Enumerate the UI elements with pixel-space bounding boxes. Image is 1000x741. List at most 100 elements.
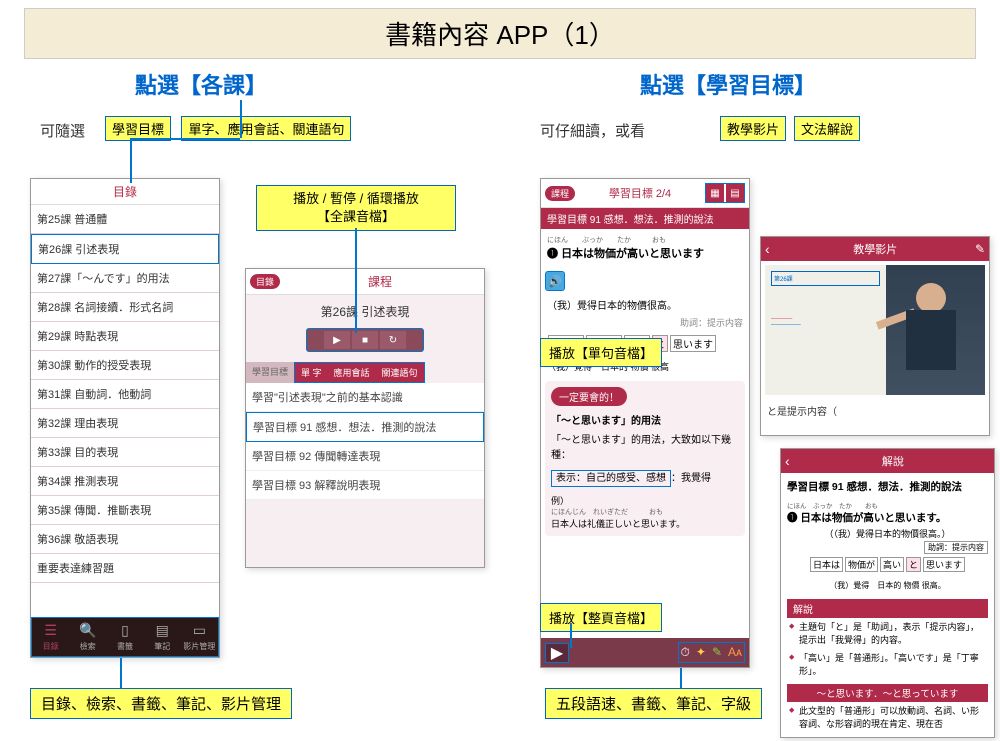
audio-controls: ▶ ■ ↻ (306, 328, 424, 352)
goal-title: 學習目標 2/4 (575, 185, 705, 201)
goal-row[interactable]: 學習目標 93 解釋說明表現 (246, 471, 484, 500)
bottom-tabbar: ☰目錄 🔍檢索 ▯書籤 ▤筆記 ▭影片管理 (31, 617, 219, 657)
book-icon: ▯ (106, 622, 143, 639)
toc-item[interactable]: 第35課 傳聞．推斷表現 (31, 496, 219, 525)
phone-goal: 課程 學習目標 2/4 ▦ ▤ 學習目標 91 感想．想法．推測的說法 にほん … (540, 178, 750, 668)
search-icon: 🔍 (69, 622, 106, 639)
video-caption: と是提示内容（ (761, 399, 989, 422)
toc-item[interactable]: 第32課 理由表現 (31, 409, 219, 438)
grammar-head: 「～と思います」的用法 (551, 412, 739, 427)
grammar-box: 一定要會的！ 「～と思います」的用法 「～と思います」的用法，大致如以下幾種： … (545, 381, 745, 536)
toc-item[interactable]: 重要表達練習題 (31, 554, 219, 583)
edit-icon[interactable]: ✎ (975, 242, 985, 256)
tag-sentence-audio: 播放【單句音檔】 (540, 338, 662, 367)
bullet-1: 主題句「と」是「助詞」，表示「提示内容」，提示出「我覺得」的内容。 (787, 618, 988, 649)
tab-toc[interactable]: ☰目錄 (32, 622, 69, 652)
play-button[interactable]: ▶ (324, 331, 350, 349)
right-note: 可仔細讀，或看 (540, 120, 645, 141)
explain-sentence: ❶ 日本は物価が高いと思います。 (787, 512, 946, 524)
left-note: 可隨選 (40, 120, 85, 141)
tab-notes[interactable]: ▤筆記 (144, 622, 181, 652)
bottom-label-right: 五段語速、書籤、筆記、字級 (545, 688, 762, 719)
must-know-pill: 一定要會的！ (551, 387, 627, 406)
ruby-text: にほん ぶっか たか おも (787, 500, 988, 510)
instructor (886, 265, 985, 395)
page-title: 書籍內容 APP（1） (24, 8, 976, 59)
toc-item[interactable]: 第30課 動作的授受表現 (31, 351, 219, 380)
toc-item[interactable]: 第34課 推測表現 (31, 467, 219, 496)
back-icon[interactable]: ‹ (785, 453, 790, 469)
tab-bookmark[interactable]: ▯書籤 (106, 622, 143, 652)
note-icon[interactable]: ✎ (712, 645, 722, 660)
explain-trans: （（我）覺得日本的物價很高。） (787, 525, 988, 542)
grammar-band: ～と思います．～と思っています (787, 684, 988, 702)
bottom-label-left: 目錄、檢索、書籤、筆記、影片管理 (30, 688, 292, 719)
course-subtitle: 第26課 引述表現 (246, 295, 484, 328)
toc-item[interactable]: 第29課 時點表現 (31, 322, 219, 351)
video-icon[interactable]: ▦ (706, 184, 724, 202)
tag-grammar: 文法解說 (794, 116, 860, 141)
course-title: 課程 (280, 273, 480, 290)
toc-item[interactable]: 第31課 自動詞．他動詞 (31, 380, 219, 409)
explain-seg2: （我）覺得 日本的 物價 很高。 (787, 576, 988, 595)
goal-row[interactable]: 學習"引述表現"之前的基本認識 (246, 383, 484, 412)
film-icon: ▭ (181, 622, 218, 639)
explain-head: 學習目標 91 感想．想法．推測的說法 (787, 479, 988, 494)
bookmark-icon[interactable]: ✦ (696, 645, 706, 660)
page-play-button[interactable]: ▶ (545, 643, 569, 663)
hint-box: 助詞：提示内容 (924, 541, 988, 554)
hint-label: 助詞：提示内容 (541, 314, 749, 331)
fontsize-icon[interactable]: Aᴀ (728, 645, 742, 660)
back-icon[interactable]: ‹ (765, 241, 770, 257)
tab-vocab[interactable]: 單 字 (295, 363, 328, 382)
list-icon: ☰ (32, 622, 69, 639)
right-heading: 點選【學習目標】 (640, 68, 816, 100)
phone-video: ‹ 教學影片 ✎ 第26課 ───── ─────── と是提示内容（ (760, 236, 990, 436)
back-badge[interactable]: 課程 (545, 186, 575, 201)
tab-conv[interactable]: 應用會話 (328, 363, 376, 382)
grammar-body: 「～と思います」的用法，大致如以下幾種： (551, 431, 739, 461)
video-title: 教學影片 (776, 241, 975, 257)
speaker-button[interactable]: 🔊 (545, 271, 565, 291)
toc-title: 目錄 (31, 179, 219, 205)
toc-item[interactable]: 第36課 敬語表現 (31, 525, 219, 554)
toc-item[interactable]: 第27課「～んです」的用法 (31, 264, 219, 293)
phone-course: 目錄 課程 第26課 引述表現 ▶ ■ ↻ 學習目標 單 字 應用會話 關連語句… (245, 268, 485, 568)
note-icon: ▤ (144, 622, 181, 639)
loop-button[interactable]: ↻ (380, 331, 406, 349)
tab-goal[interactable]: 學習目標 (246, 362, 294, 383)
doc-icon[interactable]: ▤ (726, 184, 744, 202)
main-sentence: ❶ 日本は物価が高いと思います (547, 245, 743, 261)
phone-explain: ‹ 解說 學習目標 91 感想．想法．推測的說法 にほん ぶっか たか おも ❶… (780, 448, 995, 738)
explain-seg: 日本は物価が高いと思います (787, 553, 988, 576)
toc-item[interactable]: 第28課 名詞接續．形式名詞 (31, 293, 219, 322)
goal-row-selected[interactable]: 學習目標 91 感想．想法．推測的說法 (246, 412, 484, 442)
phone-toc: 目錄 第25課 普通體 第26課 引述表現 第27課「～んです」的用法 第28課… (30, 178, 220, 658)
tab-search[interactable]: 🔍檢索 (69, 622, 106, 652)
tab-video[interactable]: ▭影片管理 (181, 622, 218, 652)
back-badge[interactable]: 目錄 (250, 274, 280, 289)
whiteboard: 第26課 ───── ─────── (765, 265, 886, 395)
tag-page-audio: 播放【整頁音檔】 (540, 603, 662, 632)
explain-title: 解說 (796, 453, 990, 469)
speed-icon[interactable]: ⏱ (681, 645, 690, 660)
goal-footer: ▶ ⏱ ✦ ✎ Aᴀ (541, 638, 749, 667)
stop-button[interactable]: ■ (352, 331, 378, 349)
goal-subtitle: 學習目標 91 感想．想法．推測的說法 (541, 208, 749, 229)
box-play-controls: 播放 / 暫停 / 循環播放 【全課音檔】 (256, 185, 456, 231)
left-heading: 點選【各課】 (135, 68, 267, 100)
tab-related[interactable]: 關連語句 (376, 363, 424, 382)
toc-item[interactable]: 第25課 普通體 (31, 205, 219, 234)
bullet-2: 「高い」是「普通形」。「高いです」是「丁寧形」。 (787, 649, 988, 680)
tag-teaching-video: 教學影片 (720, 116, 786, 141)
section-label: 解說 (787, 599, 988, 618)
bullet-3: 此文型的「普通形」可以放動詞、名詞、い形容詞、な形容詞的現在肯定、現在否 (787, 702, 988, 733)
toc-list: 第25課 普通體 第26課 引述表現 第27課「～んです」的用法 第28課 名詞… (31, 205, 219, 583)
video-player[interactable]: 第26課 ───── ─────── (765, 265, 985, 395)
translation: （我）覺得日本的物價很高。 (541, 295, 749, 314)
grammar-selected: 表示：自己的感受、感想 (551, 470, 671, 487)
toc-item[interactable]: 第33課 目的表現 (31, 438, 219, 467)
goal-row[interactable]: 學習目標 92 傳聞轉達表現 (246, 442, 484, 471)
ruby-text: にほん ぶっか たか おも (547, 235, 743, 245)
toc-item-selected[interactable]: 第26課 引述表現 (31, 234, 219, 264)
